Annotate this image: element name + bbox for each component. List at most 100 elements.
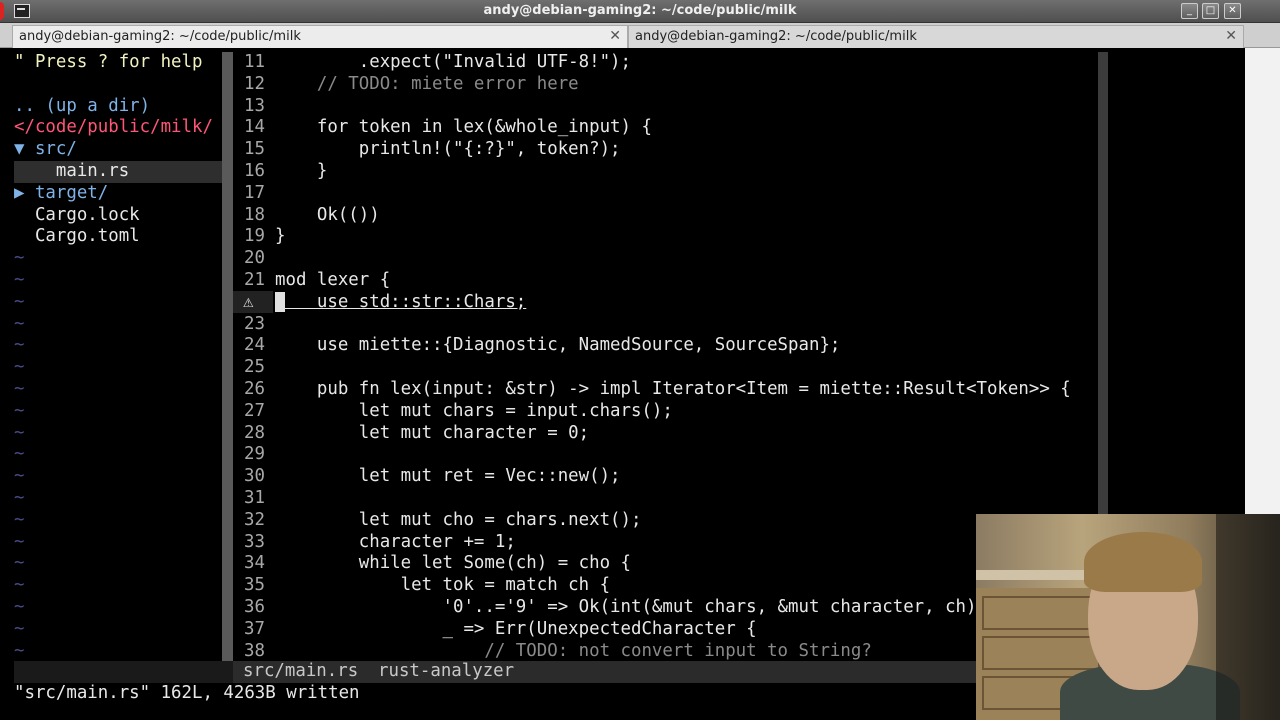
warning-icon: ⚠ <box>243 291 254 312</box>
tree-empty-line: ~ <box>14 531 25 552</box>
webcam-person-hair <box>1084 532 1202 592</box>
tab-label: andy@debian-gaming2: ~/code/public/milk <box>635 29 917 44</box>
line-number: 20 <box>244 248 265 269</box>
tree-statusline <box>14 661 233 683</box>
code-line[interactable]: let mut chars = input.chars(); <box>275 401 673 423</box>
tab-close-icon[interactable]: ✕ <box>609 28 621 44</box>
line-number: 33 <box>244 531 265 552</box>
tree-empty-line: ~ <box>14 270 25 290</box>
code-line[interactable]: } <box>275 226 285 248</box>
tree-empty-line: ~ <box>14 488 25 508</box>
text-cursor <box>275 292 285 312</box>
code-line[interactable]: _ => Err(UnexpectedCharacter { <box>275 619 757 641</box>
line-number: 27 <box>244 400 265 421</box>
line-number: 38 <box>244 640 265 661</box>
webcam-shadow <box>1216 514 1280 720</box>
line-number: 24 <box>244 335 265 356</box>
minimize-button[interactable]: _ <box>1181 3 1198 19</box>
close-button[interactable]: ✕ <box>1224 3 1241 19</box>
code-line[interactable]: use miette::{Diagnostic, NamedSource, So… <box>275 335 841 357</box>
code-line[interactable]: println!("{:?}", token?); <box>275 139 621 161</box>
tree-empty-line: ~ <box>14 248 25 269</box>
line-number: 28 <box>244 422 265 443</box>
tab-terminal-1[interactable]: andy@debian-gaming2: ~/code/public/milk … <box>12 25 628 48</box>
line-number: 30 <box>244 466 265 487</box>
window-title: andy@debian-gaming2: ~/code/public/milk <box>483 3 797 18</box>
command-line: "src/main.rs" 162L, 4263B written <box>14 683 360 703</box>
line-number: 14 <box>244 117 265 138</box>
code-line[interactable]: let mut cho = chars.next(); <box>275 510 642 532</box>
code-line[interactable]: character += 1; <box>275 532 516 554</box>
tree-empty-line: ~ <box>14 444 25 465</box>
tree-empty-line: ~ <box>14 357 25 378</box>
tree-empty-line: ~ <box>14 553 25 574</box>
window-titlebar[interactable]: andy@debian-gaming2: ~/code/public/milk … <box>0 0 1280 23</box>
code-line[interactable]: while let Some(ch) = cho { <box>275 553 631 575</box>
tree-empty-line: ~ <box>14 618 25 639</box>
maximize-button[interactable]: □ <box>1202 3 1219 19</box>
tree-empty-line: ~ <box>14 640 25 661</box>
line-number: 18 <box>244 204 265 225</box>
line-number: 34 <box>244 553 265 574</box>
line-number: 16 <box>244 161 265 181</box>
code-line[interactable]: } <box>275 161 327 183</box>
tree-item[interactable]: ▼ src/ <box>14 139 77 161</box>
line-number: 23 <box>244 313 265 334</box>
webcam-drawer <box>982 636 1100 670</box>
line-number: 29 <box>244 444 265 465</box>
line-number: 31 <box>244 488 265 508</box>
tree-item[interactable]: .. (up a dir) <box>14 96 150 118</box>
code-line[interactable]: mod lexer { <box>275 270 390 292</box>
code-line[interactable]: let mut character = 0; <box>275 423 589 445</box>
line-number: 26 <box>244 379 265 399</box>
tree-empty-line: ~ <box>14 509 25 530</box>
tab-bar: andy@debian-gaming2: ~/code/public/milk … <box>0 23 1280 48</box>
tree-empty-line: ~ <box>14 466 25 487</box>
tree-item[interactable]: ▶ target/ <box>14 183 108 205</box>
code-line[interactable]: // TODO: miete error here <box>275 74 579 96</box>
code-line[interactable]: '0'..='9' => Ok(int(&mut chars, &mut cha… <box>275 597 977 619</box>
tree-item[interactable]: main.rs <box>14 161 129 183</box>
webcam-overlay <box>976 514 1280 720</box>
tree-empty-line: ~ <box>14 379 25 399</box>
code-line[interactable]: for token in lex(&whole_input) { <box>275 117 652 139</box>
code-line[interactable]: Ok(()) <box>275 205 380 227</box>
line-number: 15 <box>244 139 265 160</box>
line-number: 17 <box>244 182 265 203</box>
code-line[interactable]: use std::str::Chars; <box>275 292 526 314</box>
line-number: 35 <box>244 575 265 596</box>
code-line[interactable]: let tok = match ch { <box>275 575 610 597</box>
code-line[interactable]: pub fn lex(input: &str) -> impl Iterator… <box>275 379 1071 401</box>
statusline-lsp: rust-analyzer <box>378 661 515 681</box>
webcam-drawer <box>982 596 1100 630</box>
line-number: 32 <box>244 509 265 530</box>
line-number: 36 <box>244 597 265 617</box>
code-line[interactable]: let mut ret = Vec::new(); <box>275 466 621 488</box>
line-number: 11 <box>244 52 265 72</box>
tree-empty-line: ~ <box>14 597 25 617</box>
tree-empty-line: ~ <box>14 291 25 312</box>
tree-item[interactable]: Cargo.lock <box>14 205 140 227</box>
tree-empty-line: ~ <box>14 313 25 334</box>
tree-item[interactable]: </code/public/milk/ <box>14 117 213 139</box>
line-number: 12 <box>244 73 265 94</box>
vertical-split[interactable] <box>222 52 233 661</box>
tree-empty-line: ~ <box>14 400 25 421</box>
line-number: 13 <box>244 95 265 116</box>
line-number: 25 <box>244 357 265 378</box>
line-number: 21 <box>244 270 265 290</box>
statusline-file: src/main.rs <box>243 661 359 681</box>
tab-label: andy@debian-gaming2: ~/code/public/milk <box>19 29 301 44</box>
tree-item[interactable]: " Press ? for help <box>14 52 202 74</box>
line-number: 19 <box>244 226 265 247</box>
tab-close-icon[interactable]: ✕ <box>1225 28 1237 44</box>
tree-empty-line: ~ <box>14 575 25 596</box>
tab-terminal-2[interactable]: andy@debian-gaming2: ~/code/public/milk … <box>628 25 1244 48</box>
tree-item[interactable]: Cargo.toml <box>14 226 140 248</box>
line-number: 37 <box>244 618 265 639</box>
code-line[interactable]: // TODO: not convert input to String? <box>275 641 871 663</box>
tree-empty-line: ~ <box>14 422 25 443</box>
file-tree[interactable]: " Press ? for help .. (up a dir) </code/pu… <box>14 52 222 661</box>
tree-empty-line: ~ <box>14 335 25 356</box>
code-line[interactable]: .expect("Invalid UTF-8!"); <box>275 52 631 74</box>
